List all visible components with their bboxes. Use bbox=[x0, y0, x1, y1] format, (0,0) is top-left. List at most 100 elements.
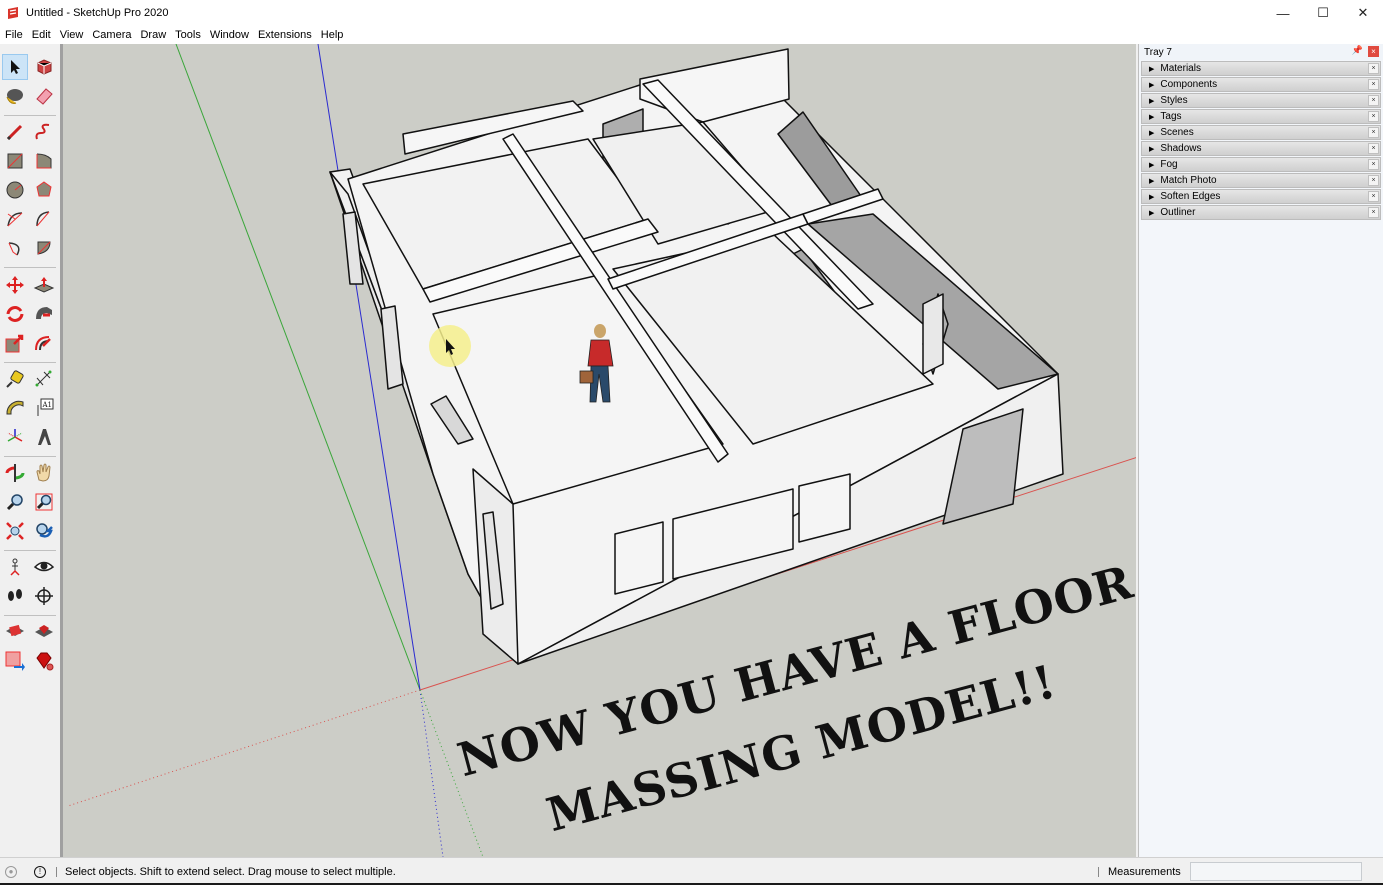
menu-bar: File Edit View Camera Draw Tools Window … bbox=[0, 26, 1383, 44]
panel-label: Fog bbox=[1160, 159, 1178, 170]
three-point-arc-icon bbox=[8, 242, 20, 256]
panel-close-button[interactable]: × bbox=[1368, 127, 1379, 138]
info-icon[interactable]: ! bbox=[34, 865, 46, 878]
panel-close-button[interactable]: × bbox=[1368, 79, 1379, 90]
send-to-layout-tool-button[interactable] bbox=[2, 648, 28, 674]
panel-close-button[interactable]: × bbox=[1368, 191, 1379, 202]
scale-icon bbox=[5, 334, 24, 353]
tray-close-button[interactable]: × bbox=[1368, 46, 1379, 57]
panel-label: Styles bbox=[1160, 95, 1188, 106]
geo-location-icon[interactable]: ● bbox=[5, 865, 17, 878]
status-bar: ● ! Select objects. Shift to extend sele… bbox=[0, 857, 1383, 885]
toolbar-separator bbox=[4, 615, 56, 616]
panel-close-button[interactable]: × bbox=[1368, 159, 1379, 170]
panel-outliner[interactable]: ▶ Outliner × bbox=[1141, 205, 1381, 220]
3d-warehouse-tool-button[interactable] bbox=[2, 619, 28, 645]
pin-icon[interactable]: 📌 bbox=[1352, 45, 1363, 56]
polygon-tool-button[interactable] bbox=[31, 177, 57, 203]
maximize-button[interactable]: ☐ bbox=[1303, 0, 1343, 26]
dimension-tool-button[interactable] bbox=[31, 366, 57, 392]
menu-extensions[interactable]: Extensions bbox=[255, 29, 315, 41]
eraser-tool-button[interactable] bbox=[31, 83, 57, 109]
push-pull-icon bbox=[33, 277, 55, 293]
three-point-arc-tool-button[interactable] bbox=[2, 235, 28, 261]
section-plane-tool-button[interactable] bbox=[31, 583, 57, 609]
rotated-rectangle-tool-button[interactable] bbox=[31, 148, 57, 174]
pan-tool-button[interactable] bbox=[31, 460, 57, 486]
expand-arrow-icon: ▶ bbox=[1149, 129, 1155, 137]
menu-camera[interactable]: Camera bbox=[89, 29, 134, 41]
two-point-arc-tool-button[interactable] bbox=[31, 206, 57, 232]
orbit-tool-button[interactable] bbox=[2, 460, 28, 486]
zoom-extents-tool-button[interactable] bbox=[2, 518, 28, 544]
position-camera-tool-button[interactable] bbox=[2, 554, 28, 580]
extension-manager-tool-button[interactable] bbox=[31, 648, 57, 674]
tray-header: Tray 7 📌 × bbox=[1139, 44, 1383, 60]
panel-shadows[interactable]: ▶ Shadows × bbox=[1141, 141, 1381, 156]
menu-file[interactable]: File bbox=[2, 29, 26, 41]
pie-tool-button[interactable] bbox=[31, 235, 57, 261]
panel-scenes[interactable]: ▶ Scenes × bbox=[1141, 125, 1381, 140]
move-tool-button[interactable] bbox=[2, 272, 28, 298]
freehand-tool-button[interactable] bbox=[31, 119, 57, 145]
rotate-tool-button[interactable] bbox=[2, 301, 28, 327]
panel-label: Scenes bbox=[1160, 127, 1194, 138]
3d-text-icon bbox=[38, 429, 51, 445]
panel-match-photo[interactable]: ▶ Match Photo × bbox=[1141, 173, 1381, 188]
status-message: Select objects. Shift to extend select. … bbox=[65, 865, 396, 878]
panel-tags[interactable]: ▶ Tags × bbox=[1141, 109, 1381, 124]
rectangle-tool-button[interactable] bbox=[2, 148, 28, 174]
menu-draw[interactable]: Draw bbox=[137, 29, 169, 41]
extension-warehouse-tool-button[interactable] bbox=[31, 619, 57, 645]
measurements-input[interactable] bbox=[1190, 862, 1362, 881]
line-tool-button[interactable] bbox=[2, 119, 28, 145]
polygon-icon bbox=[36, 181, 52, 197]
text-tool-button[interactable]: A1 bbox=[31, 395, 57, 421]
toolbar-separator bbox=[4, 362, 56, 363]
panel-close-button[interactable]: × bbox=[1368, 143, 1379, 154]
menu-tools[interactable]: Tools bbox=[172, 29, 204, 41]
follow-me-tool-button[interactable] bbox=[31, 301, 57, 327]
panel-close-button[interactable]: × bbox=[1368, 95, 1379, 106]
menu-window[interactable]: Window bbox=[207, 29, 252, 41]
panel-close-button[interactable]: × bbox=[1368, 207, 1379, 218]
paint-bucket-tool-button[interactable] bbox=[2, 83, 28, 109]
panel-styles[interactable]: ▶ Styles × bbox=[1141, 93, 1381, 108]
circle-tool-button[interactable] bbox=[2, 177, 28, 203]
freehand-squiggle-icon bbox=[35, 123, 50, 140]
toolbar-separator bbox=[4, 456, 56, 457]
offset-tool-button[interactable] bbox=[31, 330, 57, 356]
menu-view[interactable]: View bbox=[57, 29, 87, 41]
make-component-tool-button[interactable] bbox=[31, 54, 57, 80]
tape-measure-tool-button[interactable] bbox=[2, 366, 28, 392]
zoom-window-tool-button[interactable] bbox=[31, 489, 57, 515]
scale-tool-button[interactable] bbox=[2, 330, 28, 356]
panel-close-button[interactable]: × bbox=[1368, 175, 1379, 186]
dimension-icon bbox=[35, 370, 52, 387]
protractor-tool-button[interactable] bbox=[2, 395, 28, 421]
panel-close-button[interactable]: × bbox=[1368, 111, 1379, 122]
panel-soften-edges[interactable]: ▶ Soften Edges × bbox=[1141, 189, 1381, 204]
menu-help[interactable]: Help bbox=[318, 29, 347, 41]
push-pull-tool-button[interactable] bbox=[31, 272, 57, 298]
walk-tool-button[interactable] bbox=[2, 583, 28, 609]
modeling-viewport[interactable]: NOW YOU HAVE A FLOOR MASSING MODEL!! bbox=[61, 44, 1136, 857]
toolbar-separator bbox=[4, 550, 56, 551]
protractor-icon bbox=[6, 400, 24, 415]
panel-close-button[interactable]: × bbox=[1368, 63, 1379, 74]
look-around-tool-button[interactable] bbox=[31, 554, 57, 580]
panel-components[interactable]: ▶ Components × bbox=[1141, 77, 1381, 92]
panel-fog[interactable]: ▶ Fog × bbox=[1141, 157, 1381, 172]
axes-tool-button[interactable] bbox=[2, 424, 28, 450]
panel-materials[interactable]: ▶ Materials × bbox=[1141, 61, 1381, 76]
arc-tool-button[interactable] bbox=[2, 206, 28, 232]
previous-view-tool-button[interactable] bbox=[31, 518, 57, 544]
close-button[interactable]: ✕ bbox=[1343, 0, 1383, 26]
minimize-button[interactable]: — bbox=[1263, 0, 1303, 26]
3d-text-tool-button[interactable] bbox=[31, 424, 57, 450]
menu-edit[interactable]: Edit bbox=[29, 29, 54, 41]
follow-me-icon bbox=[36, 307, 52, 319]
send-to-layout-icon bbox=[5, 651, 25, 671]
select-tool-button[interactable] bbox=[2, 54, 28, 80]
zoom-tool-button[interactable] bbox=[2, 489, 28, 515]
